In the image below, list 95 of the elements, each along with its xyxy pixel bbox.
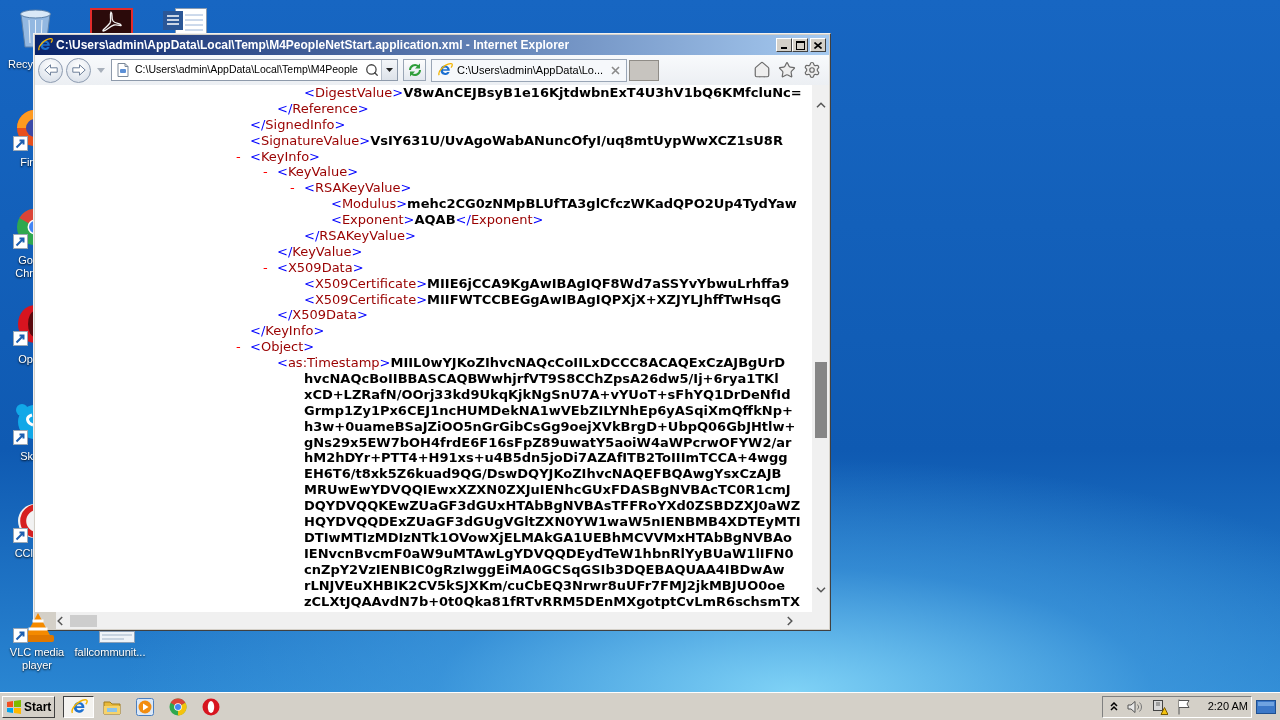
search-icon[interactable] bbox=[365, 63, 379, 77]
xml-closing-tag: </KeyValue> bbox=[277, 243, 363, 259]
collapse-toggle[interactable]: - bbox=[263, 164, 268, 181]
new-tab-button[interactable] bbox=[629, 59, 659, 81]
taskbar-button[interactable] bbox=[63, 695, 94, 718]
icon-label[interactable]: Recy bbox=[7, 58, 33, 71]
address-field[interactable]: C:\Users\admin\AppData\Local\Temp\M4People bbox=[111, 59, 398, 81]
xml-text-line: HQYDVQQDExZUaGF3dGUgVGltZXN0YW1waW5nIENBMB4XDTEyMTI bbox=[304, 514, 801, 530]
xml-closing-tag: </X509Data> bbox=[277, 307, 368, 323]
xml-text-line: EH6T6/t8xk5Z6kuad9QG/DswDQYJKoZIhvcNAQEFBQAwgYsxCzAJB bbox=[304, 466, 782, 482]
close-button[interactable] bbox=[810, 38, 826, 52]
icon-label[interactable]: fallcommunit... bbox=[74, 646, 146, 659]
chevron-left-icon[interactable] bbox=[57, 615, 63, 626]
ring-logo-icon bbox=[201, 697, 220, 716]
xml-opening-tag: <KeyValue> bbox=[277, 164, 359, 180]
address-dropdown-button[interactable] bbox=[381, 60, 397, 80]
xml-closing-tag: </Reference> bbox=[277, 100, 369, 116]
xml-text-line: DQYDVQQKEwZUaGF3dGUxHTAbBgNVBAsTFFRoYXd0ZSBDZXJ0aWZ bbox=[304, 498, 801, 514]
xml-text-line: Grmp1Zy1Px6CEJ1ncHUMDekNA1wVEbZILYNhEp6yASqiXmQffkNp+ bbox=[304, 402, 793, 418]
e-logo-icon bbox=[69, 697, 88, 716]
xml-closing-tag: </RSAKeyValue> bbox=[304, 228, 416, 243]
xml-text-line: zCLXtJQAAvdN7b+0t0Qka81fRTvRRM5DEnMXgotptCvLmR6schsmTX bbox=[304, 593, 800, 609]
folder-icon bbox=[102, 698, 121, 715]
swirl-logo-icon[interactable] bbox=[90, 8, 133, 33]
minimize-icon bbox=[781, 47, 787, 49]
collapse-toggle[interactable]: - bbox=[236, 148, 241, 165]
xml-opening-tag: <KeyInfo> bbox=[250, 148, 320, 164]
maximize-icon bbox=[795, 40, 805, 50]
close-icon[interactable] bbox=[611, 65, 620, 75]
chevron-up-icon[interactable] bbox=[815, 102, 826, 108]
star-icon[interactable] bbox=[778, 61, 796, 79]
xml-opening-tag: <RSAKeyValue> bbox=[304, 180, 412, 196]
start-button[interactable]: Start bbox=[2, 695, 55, 718]
icon-label[interactable]: Go Chr bbox=[15, 254, 33, 280]
forward-button[interactable] bbox=[66, 57, 91, 83]
xml-text-line: IENvcnBvcmF0aW9uMTAwLgYDVQQDEydTeW1hbnRlYyBUaW1lIFN0 bbox=[304, 545, 794, 561]
collapse-toggle[interactable]: - bbox=[290, 180, 295, 197]
xml-closing-tag: </KeyInfo> bbox=[250, 323, 325, 339]
xml-element-line: <X509Certificate>MIIFWTCCBEGgAwIBAgIQPXjX+XZJYLJhffTwHsqG bbox=[304, 291, 782, 307]
minimize-button[interactable] bbox=[776, 38, 792, 52]
e-logo-icon bbox=[437, 62, 453, 78]
home-icon[interactable] bbox=[753, 61, 771, 79]
caret-down-icon bbox=[386, 68, 393, 72]
back-button[interactable] bbox=[38, 57, 63, 83]
xml-element-line: <SignatureValue>VsIY631U/UvAgoWabANuncOfyI/uq8mtUypWwXCZ1sU8R bbox=[250, 132, 783, 148]
xml-element-line: <as:Timestamp>MIIL0wYJKoZIhvcNAQcCoIILxDCCC8ACAQExCzAJBgUrD bbox=[277, 355, 786, 371]
horizontal-scrollbar[interactable] bbox=[56, 612, 829, 629]
icon-label[interactable]: CCl bbox=[14, 547, 33, 560]
window-title: C:\Users\admin\AppData\Local\Temp\M4PeopleNetStart.application.xml - Internet Explorer bbox=[56, 38, 570, 52]
xml-text-line: rLNJVEuXHBIK2CV5kSJXKm/cuCbEQ3Nrwr8uUFr7FMJ2jkMBJUO0oe bbox=[304, 577, 785, 593]
vertical-scrollbar[interactable] bbox=[812, 85, 829, 612]
xml-text-line: MRUwEwYDVQQIEwxXZXN0ZXJuIENhcGUxFDASBgNVBAcTC0R1cmJ bbox=[304, 482, 791, 498]
xml-text-line: DTIwMTIzMDIzNTk1OVowXjELMAkGA1UEBhMCVVMxHTAbBgNVBAo bbox=[304, 529, 793, 545]
xml-opening-tag: <X509Data> bbox=[277, 259, 364, 275]
arrow-right-icon bbox=[71, 64, 86, 76]
show-desktop-icon[interactable] bbox=[1256, 699, 1276, 714]
xml-text-line: hvcNAQcBoIIBBASCAQBWwhjrfVT9S8CChZpsA26dw5/Ij+6rya1TKl bbox=[304, 371, 779, 387]
collapse-toggle[interactable]: - bbox=[263, 259, 268, 276]
arrow-left-icon bbox=[43, 64, 58, 76]
icon-label[interactable]: Fir bbox=[20, 156, 33, 169]
refresh-button[interactable] bbox=[403, 59, 426, 81]
xml-closing-tag: </SignedInfo> bbox=[250, 116, 346, 132]
xml-opening-tag: <Object> bbox=[250, 339, 315, 355]
browser-tab[interactable]: C:\Users\admin\AppData\Lo... bbox=[431, 58, 627, 82]
icon-label[interactable]: VLC media player bbox=[9, 646, 65, 672]
xml-text-line: hM2hDYr+PTT4+H91xs+u4B5dn5joDi7AZAfITB2ToIIImTCCA+4wgg bbox=[304, 450, 788, 466]
clock[interactable]: 2:20 AM bbox=[1207, 698, 1248, 715]
flag-logo-icon bbox=[6, 699, 22, 714]
maximize-button[interactable] bbox=[792, 38, 808, 52]
flag-icon[interactable] bbox=[1177, 698, 1191, 715]
xml-element-line: <DigestValue>V8wAnCEJBsyB1e16KjtdwbnExT4U3hV1bQ6KMfcluNc= bbox=[304, 85, 802, 100]
icon-label[interactable]: Op bbox=[18, 353, 33, 366]
speaker-icon[interactable] bbox=[1127, 699, 1143, 714]
chevron-up-icon[interactable] bbox=[1110, 702, 1118, 711]
scrollbar-thumb[interactable] bbox=[814, 362, 827, 438]
xml-text-line: h3w+0uameBSaJZiOO5nGrGibCsGg9oejXVkBrgD+UbpQ06GbJHtlw+ bbox=[304, 418, 796, 434]
xml-element-line: <Exponent>AQAB</Exponent> bbox=[331, 212, 544, 228]
xml-text-line: gNs29x5EW7bOH4frdE6F16sFpZ89uwatY5aoiW4aWPcrwOFYW2/ar bbox=[304, 434, 792, 450]
scrollbar-thumb[interactable] bbox=[70, 614, 97, 627]
chevron-right-icon[interactable] bbox=[787, 615, 793, 626]
chevron-down-icon[interactable] bbox=[815, 587, 826, 593]
xml-text-line: cnZpY2VzIENBIC0gRzIwggEiMA0GCSqGSIb3DQEBAQUAA4IBDwAw bbox=[304, 561, 785, 577]
xml-text-line: xCD+LZRafN/OOrj33kd9UkqKjkNgSnU7A+vYUoT+sFhYQ1DrDeNfId bbox=[304, 386, 791, 402]
icon-label[interactable]: Sk bbox=[20, 450, 33, 463]
play-icon bbox=[135, 697, 154, 716]
collapse-toggle[interactable]: - bbox=[236, 339, 241, 356]
xml-element-line: <Modulus>mehc2CG0zNMpBLUfTA3glCfczWKadQPO2Up4TydYaw bbox=[331, 196, 797, 212]
network-warning-icon[interactable] bbox=[1152, 698, 1168, 715]
refresh-icon bbox=[406, 62, 423, 78]
segmented-circle-icon bbox=[168, 697, 187, 716]
page-icon bbox=[115, 62, 131, 78]
xml-element-line: <X509Certificate>MIIE6jCCA9KgAwIBAgIQF8Wd7aSSYvYbwuLrhffa9 bbox=[304, 275, 790, 291]
close-icon bbox=[814, 41, 822, 49]
e-logo-icon bbox=[37, 37, 53, 53]
settings-icon[interactable] bbox=[803, 61, 821, 79]
